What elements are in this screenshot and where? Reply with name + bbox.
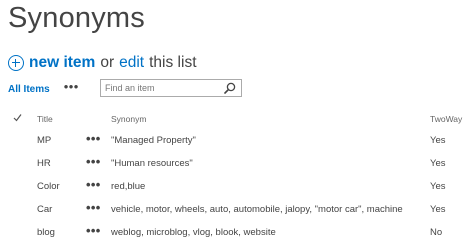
cell-twoway: Yes	[430, 135, 446, 146]
cell-title[interactable]: HR	[37, 158, 51, 169]
table-row[interactable]: HR ••• "Human resources" Yes	[0, 153, 474, 176]
command-line: new item or edit this list	[8, 52, 197, 74]
cell-synonym: weblog, microblog, vlog, blook, website	[111, 227, 276, 238]
cell-twoway: No	[430, 227, 443, 238]
edit-link[interactable]: edit	[119, 54, 144, 72]
view-more-ellipsis[interactable]: •••	[64, 80, 79, 93]
column-header-synonym[interactable]: Synonym	[111, 114, 146, 124]
row-menu-ellipsis[interactable]: •••	[86, 200, 101, 215]
checkmark-icon[interactable]	[13, 113, 22, 122]
cell-twoway: Yes	[430, 204, 446, 215]
table-header: Title Synonym TwoWay	[0, 109, 474, 129]
row-menu-ellipsis[interactable]: •••	[86, 177, 101, 192]
page-title: Synonyms	[8, 2, 145, 34]
table-row[interactable]: Car ••• vehicle, motor, wheels, auto, au…	[0, 199, 474, 222]
search-input[interactable]	[105, 82, 220, 94]
table-row[interactable]: MP ••• "Managed Property" Yes	[0, 130, 474, 153]
cell-title[interactable]: Car	[37, 204, 52, 215]
column-header-title[interactable]: Title	[37, 114, 53, 124]
row-menu-ellipsis[interactable]: •••	[86, 154, 101, 169]
search-icon[interactable]	[224, 82, 236, 94]
cell-synonym: vehicle, motor, wheels, auto, automobile…	[111, 204, 403, 215]
cell-title[interactable]: Color	[37, 181, 60, 192]
this-list-text: this list	[149, 54, 197, 71]
cell-synonym: red,blue	[111, 181, 146, 192]
view-all-items[interactable]: All Items	[8, 84, 50, 95]
row-menu-ellipsis[interactable]: •••	[86, 131, 101, 146]
table-row[interactable]: blog ••• weblog, microblog, vlog, blook,…	[0, 222, 474, 245]
plus-circle-icon[interactable]	[8, 55, 24, 71]
cell-synonym: "Human resources"	[111, 158, 193, 169]
cell-twoway: Yes	[430, 158, 446, 169]
cell-title[interactable]: MP	[37, 135, 51, 146]
search-box[interactable]	[100, 79, 242, 97]
row-menu-ellipsis[interactable]: •••	[86, 223, 101, 238]
cell-title[interactable]: blog	[37, 227, 55, 238]
view-selector: All Items •••	[8, 79, 79, 99]
column-header-twoway[interactable]: TwoWay	[430, 114, 462, 124]
or-text: or	[100, 54, 115, 71]
table-row[interactable]: Color ••• red,blue Yes	[0, 176, 474, 199]
cell-synonym: "Managed Property"	[111, 135, 196, 146]
cell-twoway: Yes	[430, 181, 446, 192]
new-item-link[interactable]: new item	[29, 54, 95, 72]
